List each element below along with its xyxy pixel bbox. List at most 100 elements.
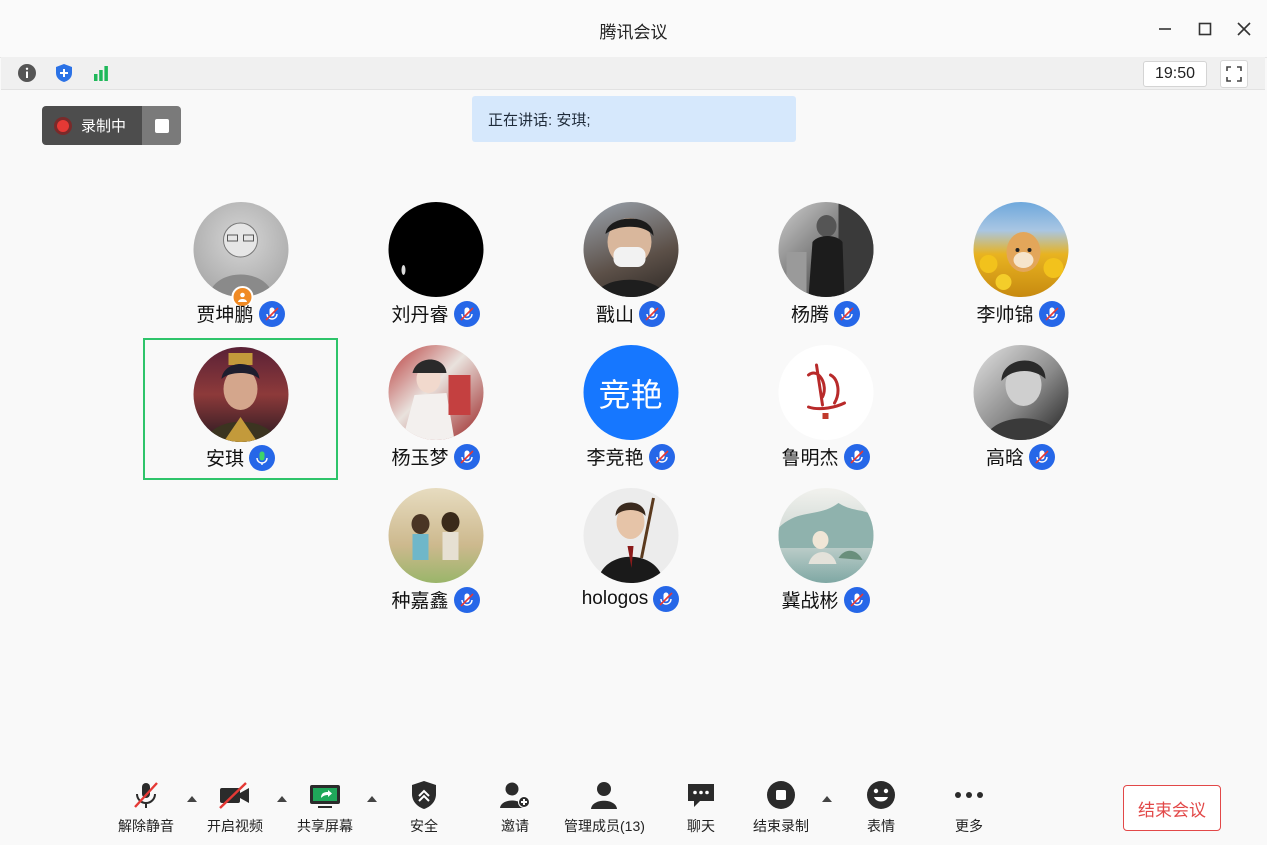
stop-recording-button[interactable]: 结束录制 [753,778,809,836]
maximize-icon [1198,22,1212,36]
mic-muted-icon [653,586,680,612]
mic-muted-icon [843,443,870,470]
avatar [388,202,483,297]
participant-tile[interactable]: 李帅锦 [923,202,1118,345]
stop-record-icon [767,781,795,809]
maximize-button[interactable] [1192,16,1218,42]
participant-name: 安琪 [205,449,244,470]
chat-button[interactable]: 聊天 [684,778,718,836]
shield-icon [56,64,72,82]
avatar [583,488,678,583]
participant-name: 贾坤鹏 [196,305,254,326]
minimize-icon [1159,28,1171,30]
participant-name: 杨腾 [790,305,829,326]
recording-indicator: 录制中 [42,106,181,145]
participant-name: 杨玉梦 [391,448,449,469]
stop-square-icon [154,118,169,133]
avatar [388,488,483,583]
more-dots-icon [955,792,983,798]
mic-muted-icon [648,443,675,470]
fullscreen-button[interactable] [1220,60,1248,88]
audio-options-caret[interactable] [185,794,199,804]
avatar [973,202,1068,297]
caret-up-icon [822,796,832,802]
participant-tile[interactable]: 竞艳 李竞艳 [533,345,728,488]
smiley-icon [867,781,895,809]
participant-name: 种嘉鑫 [391,591,449,612]
signal-bars-icon [94,66,108,81]
mic-muted-icon [1038,300,1065,327]
fullscreen-icon [1226,66,1242,82]
mic-active-icon [249,444,275,471]
meeting-info-bar: 19:50 [1,57,1265,90]
title-bar: 腾讯会议 [0,0,1267,58]
participant-name: 高晗 [985,448,1024,469]
mic-muted-icon [639,300,665,327]
unmute-button[interactable]: 解除静音 [118,778,174,836]
end-meeting-button[interactable]: 结束会议 [1123,785,1221,831]
participant-name: 李竞艳 [586,448,644,469]
recording-dot-icon [54,116,72,135]
chat-icon [688,784,714,807]
participant-tile[interactable]: 刘丹睿 [338,202,533,345]
mic-muted-icon [453,443,480,470]
security-status-button[interactable] [52,61,76,85]
camera-off-icon [219,782,249,809]
mic-muted-icon [843,586,870,613]
participant-tile[interactable]: 杨玉梦 [338,345,533,488]
participant-tile[interactable]: 种嘉鑫 [338,488,533,631]
participant-tile[interactable]: 戬山 [533,202,728,345]
participant-name: 鲁明杰 [781,448,839,469]
participant-name: 李帅锦 [976,305,1034,326]
network-status-button[interactable] [89,61,113,85]
avatar [193,347,288,442]
participant-tile[interactable]: hologos [533,488,728,631]
share-screen-icon [310,785,340,808]
avatar [973,345,1068,440]
meeting-controls: 解除静音 开启视频 共享屏幕 安全 邀请 管理成员(13) 聊天 结束录制 表情… [0,770,1267,845]
mic-muted-icon [134,782,158,808]
emoji-reactions-button[interactable]: 表情 [864,778,898,836]
avatar-text: 竞艳 [598,376,663,413]
participant-tile[interactable]: 鲁明杰 [728,345,923,488]
caret-up-icon [277,796,287,802]
start-video-button[interactable]: 开启视频 [207,778,263,836]
security-button[interactable]: 安全 [407,778,441,836]
mic-muted-icon [258,300,285,327]
mic-muted-icon [453,300,480,327]
minimize-button[interactable] [1152,16,1178,42]
share-options-caret[interactable] [365,794,379,804]
mic-muted-icon [1029,443,1055,470]
window-title: 腾讯会议 [599,23,668,42]
close-icon [1237,22,1251,36]
caret-up-icon [367,796,377,802]
meeting-clock: 19:50 [1143,61,1207,87]
shield-icon [412,781,436,809]
avatar [388,345,483,440]
close-button[interactable] [1231,16,1257,42]
stop-recording-square-button[interactable] [142,106,181,145]
members-icon [591,782,618,809]
recording-options-caret[interactable] [820,794,834,804]
manage-members-button[interactable]: 管理成员(13) [564,778,645,836]
participant-tile[interactable]: 杨腾 [728,202,923,345]
participant-tile[interactable]: 贾坤鹏 [143,202,338,345]
share-screen-button[interactable]: 共享屏幕 [297,778,353,836]
participant-name: hologos [581,588,649,609]
participant-tile[interactable]: 高晗 [923,345,1118,488]
avatar [778,202,873,297]
avatar [583,202,678,297]
more-button[interactable]: 更多 [952,778,986,836]
add-user-icon [500,782,530,808]
participant-tile[interactable]: 冀战彬 [728,488,923,631]
invite-button[interactable]: 邀请 [498,778,532,836]
info-icon [18,64,36,82]
participant-tile-active-speaker[interactable]: 安琪 [143,338,338,480]
speaking-banner: 正在讲话: 安琪; [472,96,796,142]
video-options-caret[interactable] [275,794,289,804]
avatar [778,345,873,440]
meeting-info-button[interactable] [15,61,39,85]
participant-name: 戬山 [595,305,634,326]
avatar [778,488,873,583]
participant-name: 刘丹睿 [391,305,449,326]
